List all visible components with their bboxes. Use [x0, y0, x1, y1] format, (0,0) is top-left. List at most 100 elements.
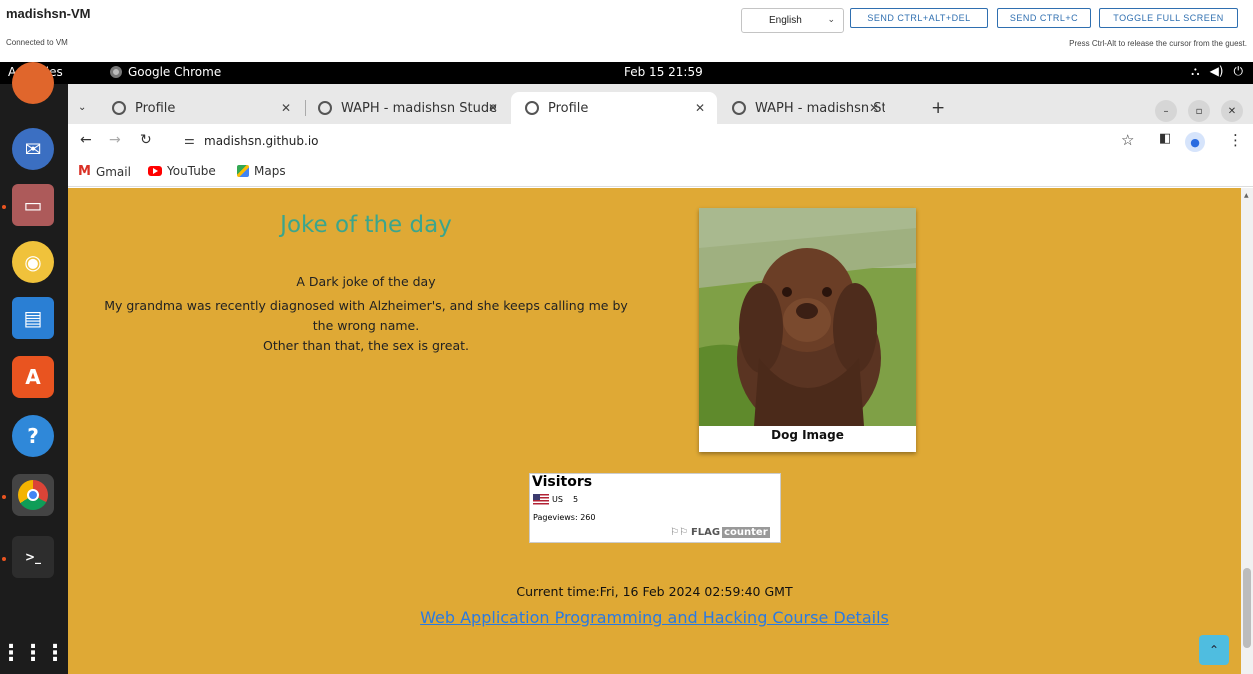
- tab-label: Profile: [135, 100, 176, 116]
- menu-icon[interactable]: ⋮: [1228, 131, 1243, 149]
- language-value: English: [769, 15, 802, 26]
- vm-console-bar: madishsn-VM Connected to VM English ⌄ SE…: [0, 0, 1253, 57]
- gmail-icon: M: [78, 164, 91, 179]
- flag-counter-widget[interactable]: Visitors US 5 Pageviews: 260 ⚐⚐ FLAG cou…: [529, 473, 781, 543]
- app-menu[interactable]: Google Chrome: [110, 65, 221, 79]
- tab-search-icon[interactable]: ⌄: [78, 102, 86, 113]
- dog-image: [699, 208, 916, 426]
- maps-icon: [237, 165, 249, 177]
- scroll-up-icon[interactable]: ▲: [1244, 192, 1249, 199]
- power-icon: ⏻: [1233, 64, 1244, 78]
- vm-status: Connected to VM: [6, 38, 68, 47]
- chevron-down-icon: ⌄: [827, 14, 835, 24]
- close-icon[interactable]: ✕: [488, 101, 498, 115]
- bookmarks-bar: M Gmail YouTube Maps: [68, 159, 1253, 187]
- chrome-icon: [110, 66, 122, 78]
- dog-image-caption: Dog Image: [771, 428, 844, 442]
- release-cursor-hint: Press Ctrl-Alt to release the cursor fro…: [1069, 39, 1247, 48]
- send-ctrl-c-button[interactable]: SEND CTRL+C: [997, 8, 1091, 28]
- vm-title: madishsn-VM: [6, 6, 91, 21]
- terminal-icon[interactable]: >_: [12, 536, 54, 578]
- visitors-title: Visitors: [532, 474, 593, 490]
- globe-icon: [112, 101, 126, 115]
- running-indicator: [2, 557, 6, 561]
- volume-icon: ◀): [1209, 64, 1224, 78]
- bookmark-maps[interactable]: Maps: [237, 164, 286, 178]
- close-icon[interactable]: ✕: [695, 101, 705, 115]
- joke-text-line: My grandma was recently diagnosed with A…: [104, 298, 628, 313]
- web-page: Joke of the day A Dark joke of the day M…: [68, 188, 1241, 674]
- bookmark-gmail[interactable]: M Gmail: [78, 164, 131, 179]
- chrome-dock-icon[interactable]: [12, 474, 54, 516]
- flag-counter-mark-icon: ⚐⚐: [670, 527, 688, 538]
- youtube-icon: [148, 166, 162, 176]
- bookmark-label: Gmail: [95, 164, 131, 179]
- side-panel-icon[interactable]: ◧: [1159, 131, 1171, 146]
- tab-profile-2[interactable]: Profile ✕: [511, 92, 717, 124]
- globe-icon: [318, 101, 332, 115]
- thunderbird-icon[interactable]: ✉: [12, 128, 54, 170]
- close-window-button[interactable]: ✕: [1221, 100, 1243, 122]
- show-apps-icon[interactable]: ⋮⋮⋮: [0, 632, 66, 674]
- bookmark-star-icon[interactable]: ☆: [1121, 131, 1134, 149]
- scroll-thumb[interactable]: [1243, 568, 1251, 648]
- joke-text-line: the wrong name.: [312, 318, 420, 333]
- minimize-button[interactable]: –: [1155, 100, 1177, 122]
- globe-icon: [732, 101, 746, 115]
- app-menu-label: Google Chrome: [128, 65, 222, 79]
- site-info-icon[interactable]: ⚌: [184, 133, 195, 147]
- running-indicator: [2, 205, 6, 209]
- current-time: Current time:Fri, 16 Feb 2024 02:59:40 G…: [516, 584, 793, 599]
- tab-waph-2[interactable]: WAPH - madishsn Studer ✕: [718, 92, 924, 124]
- close-icon[interactable]: ✕: [869, 101, 879, 115]
- visitor-country: US: [552, 495, 563, 504]
- tab-label: WAPH - madishsn Studer: [755, 100, 885, 116]
- gnome-top-bar: Activities Google Chrome Feb 15 21:59 ⛬ …: [0, 62, 1253, 84]
- running-indicator: [2, 495, 6, 499]
- new-tab-button[interactable]: +: [931, 98, 945, 118]
- bookmark-label: Maps: [254, 164, 286, 178]
- language-select[interactable]: English ⌄: [741, 8, 844, 33]
- send-ctrl-alt-del-button[interactable]: SEND CTRL+ALT+DEL: [850, 8, 988, 28]
- profile-avatar[interactable]: ●: [1185, 132, 1205, 152]
- close-icon[interactable]: ✕: [281, 101, 291, 115]
- tab-waph-1[interactable]: WAPH - madishsn Studer ✕: [304, 92, 510, 124]
- rhythmbox-icon[interactable]: ◉: [12, 241, 54, 283]
- system-tray[interactable]: ⛬ ◀) ⏻: [1191, 64, 1243, 79]
- flag-counter-brand-a: FLAG: [690, 527, 721, 538]
- back-to-top-button[interactable]: ⌃: [1199, 635, 1229, 665]
- joke-text-line: Other than that, the sex is great.: [263, 338, 469, 353]
- clock[interactable]: Feb 15 21:59: [624, 65, 703, 79]
- files-icon[interactable]: ▭: [12, 184, 54, 226]
- bookmark-youtube[interactable]: YouTube: [148, 164, 216, 178]
- network-icon: ⛬: [1191, 64, 1200, 78]
- browser-toolbar: ← → ↻ ⚌ madishsn.github.io ☆ ◧ ● ⋮: [68, 124, 1253, 159]
- visitor-count: 5: [573, 495, 579, 504]
- app-center-icon[interactable]: A: [12, 356, 54, 398]
- forward-button[interactable]: →: [109, 132, 121, 148]
- flag-counter-logo: ⚐⚐ FLAG counter: [670, 527, 770, 538]
- reload-button[interactable]: ↻: [140, 132, 152, 148]
- dock: ✉ ▭ ◉ ▤ A ? >_ ⋮⋮⋮: [0, 62, 68, 674]
- maximize-button[interactable]: ▫: [1188, 100, 1210, 122]
- joke-title: Joke of the day: [280, 212, 452, 238]
- toggle-full-screen-button[interactable]: TOGGLE FULL SCREEN: [1099, 8, 1238, 28]
- tab-profile-1[interactable]: Profile ✕: [98, 92, 303, 124]
- course-details-link[interactable]: Web Application Programming and Hacking …: [68, 608, 1241, 627]
- address-bar[interactable]: madishsn.github.io: [204, 134, 319, 148]
- joke-subtitle: A Dark joke of the day: [296, 274, 436, 289]
- bookmark-label: YouTube: [167, 164, 216, 178]
- globe-icon: [525, 101, 539, 115]
- firefox-icon[interactable]: [12, 62, 54, 104]
- us-flag-icon: [533, 494, 549, 505]
- pageviews: Pageviews: 260: [533, 513, 596, 522]
- page-scrollbar[interactable]: ▲: [1241, 188, 1253, 674]
- help-icon[interactable]: ?: [12, 415, 54, 457]
- tab-strip: ⌄ Profile ✕ WAPH - madishsn Studer ✕ Pro…: [68, 84, 1253, 124]
- back-button[interactable]: ←: [80, 132, 92, 148]
- writer-icon[interactable]: ▤: [12, 297, 54, 339]
- tab-label: Profile: [548, 100, 589, 116]
- tab-label: WAPH - madishsn Studer: [341, 100, 496, 116]
- flag-counter-brand-b: counter: [722, 527, 770, 538]
- dog-image-card: Dog Image: [699, 208, 916, 452]
